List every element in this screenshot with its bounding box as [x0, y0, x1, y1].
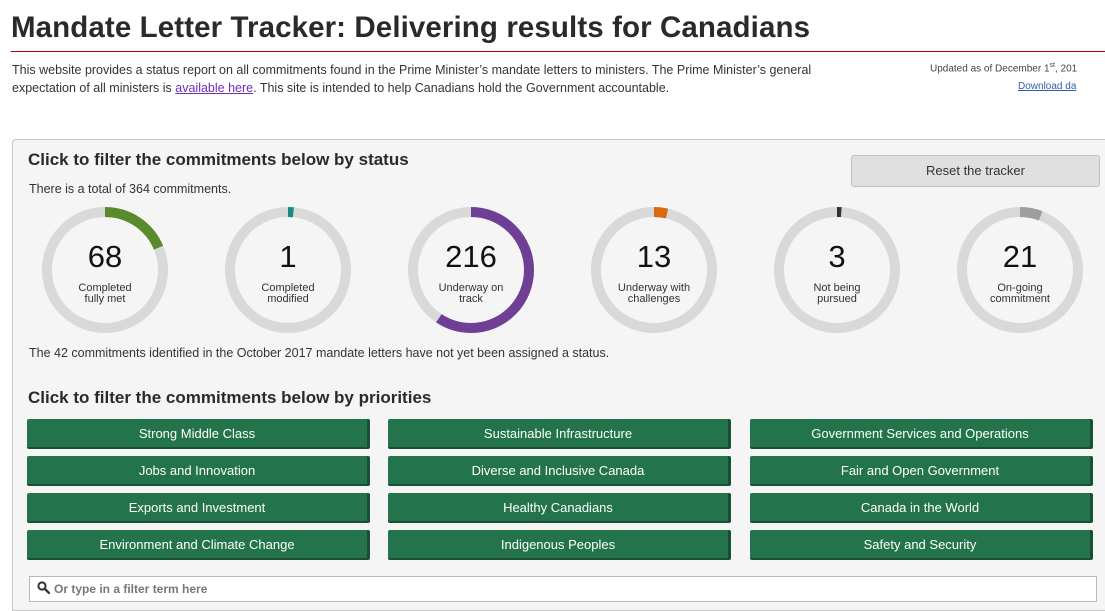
priority-button-canada-in-the-world[interactable]: Canada in the World: [750, 493, 1093, 523]
priority-button-diverse-and-inclusive-canada[interactable]: Diverse and Inclusive Canada: [388, 456, 731, 486]
priority-button-indigenous-peoples[interactable]: Indigenous Peoples: [388, 530, 731, 560]
dial-label: Completed modified: [261, 282, 315, 305]
dial-label: Not being pursued: [813, 282, 861, 305]
dial-label: Underway on track: [438, 282, 504, 305]
priority-button-jobs-and-innovation[interactable]: Jobs and Innovation: [27, 456, 370, 486]
updated-date: Updated as of December 1st, 201: [930, 62, 1077, 74]
priority-button-environment-and-climate-change[interactable]: Environment and Climate Change: [27, 530, 370, 560]
filter-search-box[interactable]: [29, 576, 1097, 602]
dial-count: 13: [636, 239, 672, 274]
status-dial-not-being-pursued[interactable]: 3 Not being pursued: [762, 205, 912, 335]
priority-button-sustainable-infrastructure[interactable]: Sustainable Infrastructure: [388, 419, 731, 449]
priority-button-strong-middle-class[interactable]: Strong Middle Class: [27, 419, 370, 449]
filter-term-input[interactable]: [52, 578, 1086, 600]
priority-button-safety-and-security[interactable]: Safety and Security: [750, 530, 1093, 560]
dial-count: 216: [445, 239, 497, 274]
status-filter-heading: Click to filter the commitments below by…: [28, 150, 409, 169]
intro-text-part2: . This site is intended to help Canadian…: [253, 81, 670, 95]
priority-button-exports-and-investment[interactable]: Exports and Investment: [27, 493, 370, 523]
download-data-link[interactable]: Download da: [1018, 81, 1076, 92]
updated-suffix: , 201: [1054, 63, 1078, 75]
page-title: Mandate Letter Tracker: Delivering resul…: [11, 11, 811, 44]
status-dial-completed-fully-met[interactable]: 68 Completed fully met: [30, 205, 180, 335]
dial-count: 21: [1002, 239, 1038, 274]
priority-button-healthy-canadians[interactable]: Healthy Canadians: [388, 493, 731, 523]
expectations-link[interactable]: available here: [175, 81, 253, 95]
dial-label: Underway with challenges: [617, 282, 691, 305]
status-dial-ongoing-commitment[interactable]: 21 On-going commitment: [945, 205, 1095, 335]
status-dial-underway-with-challenges[interactable]: 13 Underway with challenges: [579, 205, 729, 335]
total-commitments: There is a total of 364 commitments.: [29, 182, 232, 196]
dial-count: 1: [279, 239, 297, 274]
intro-text: This website provides a status report on…: [12, 61, 822, 97]
status-dial-completed-modified[interactable]: 1 Completed modified: [213, 205, 363, 335]
dial-count: 3: [828, 239, 846, 274]
dial-label: Completed fully met: [78, 282, 132, 305]
title-divider: [11, 51, 1105, 52]
updated-prefix: Updated as of December 1: [930, 63, 1050, 75]
priorities-filter-heading: Click to filter the commitments below by…: [28, 388, 432, 407]
dial-count: 68: [87, 239, 123, 274]
priority-button-fair-and-open-government[interactable]: Fair and Open Government: [750, 456, 1093, 486]
priority-button-government-services-and-operations[interactable]: Government Services and Operations: [750, 419, 1093, 449]
dial-label: On-going commitment: [990, 282, 1050, 305]
search-icon: [37, 581, 51, 599]
unassigned-note: The 42 commitments identified in the Oct…: [29, 346, 610, 360]
reset-tracker-button[interactable]: Reset the tracker: [851, 155, 1100, 187]
status-dial-underway-on-track[interactable]: 216 Underway on track: [396, 205, 546, 335]
